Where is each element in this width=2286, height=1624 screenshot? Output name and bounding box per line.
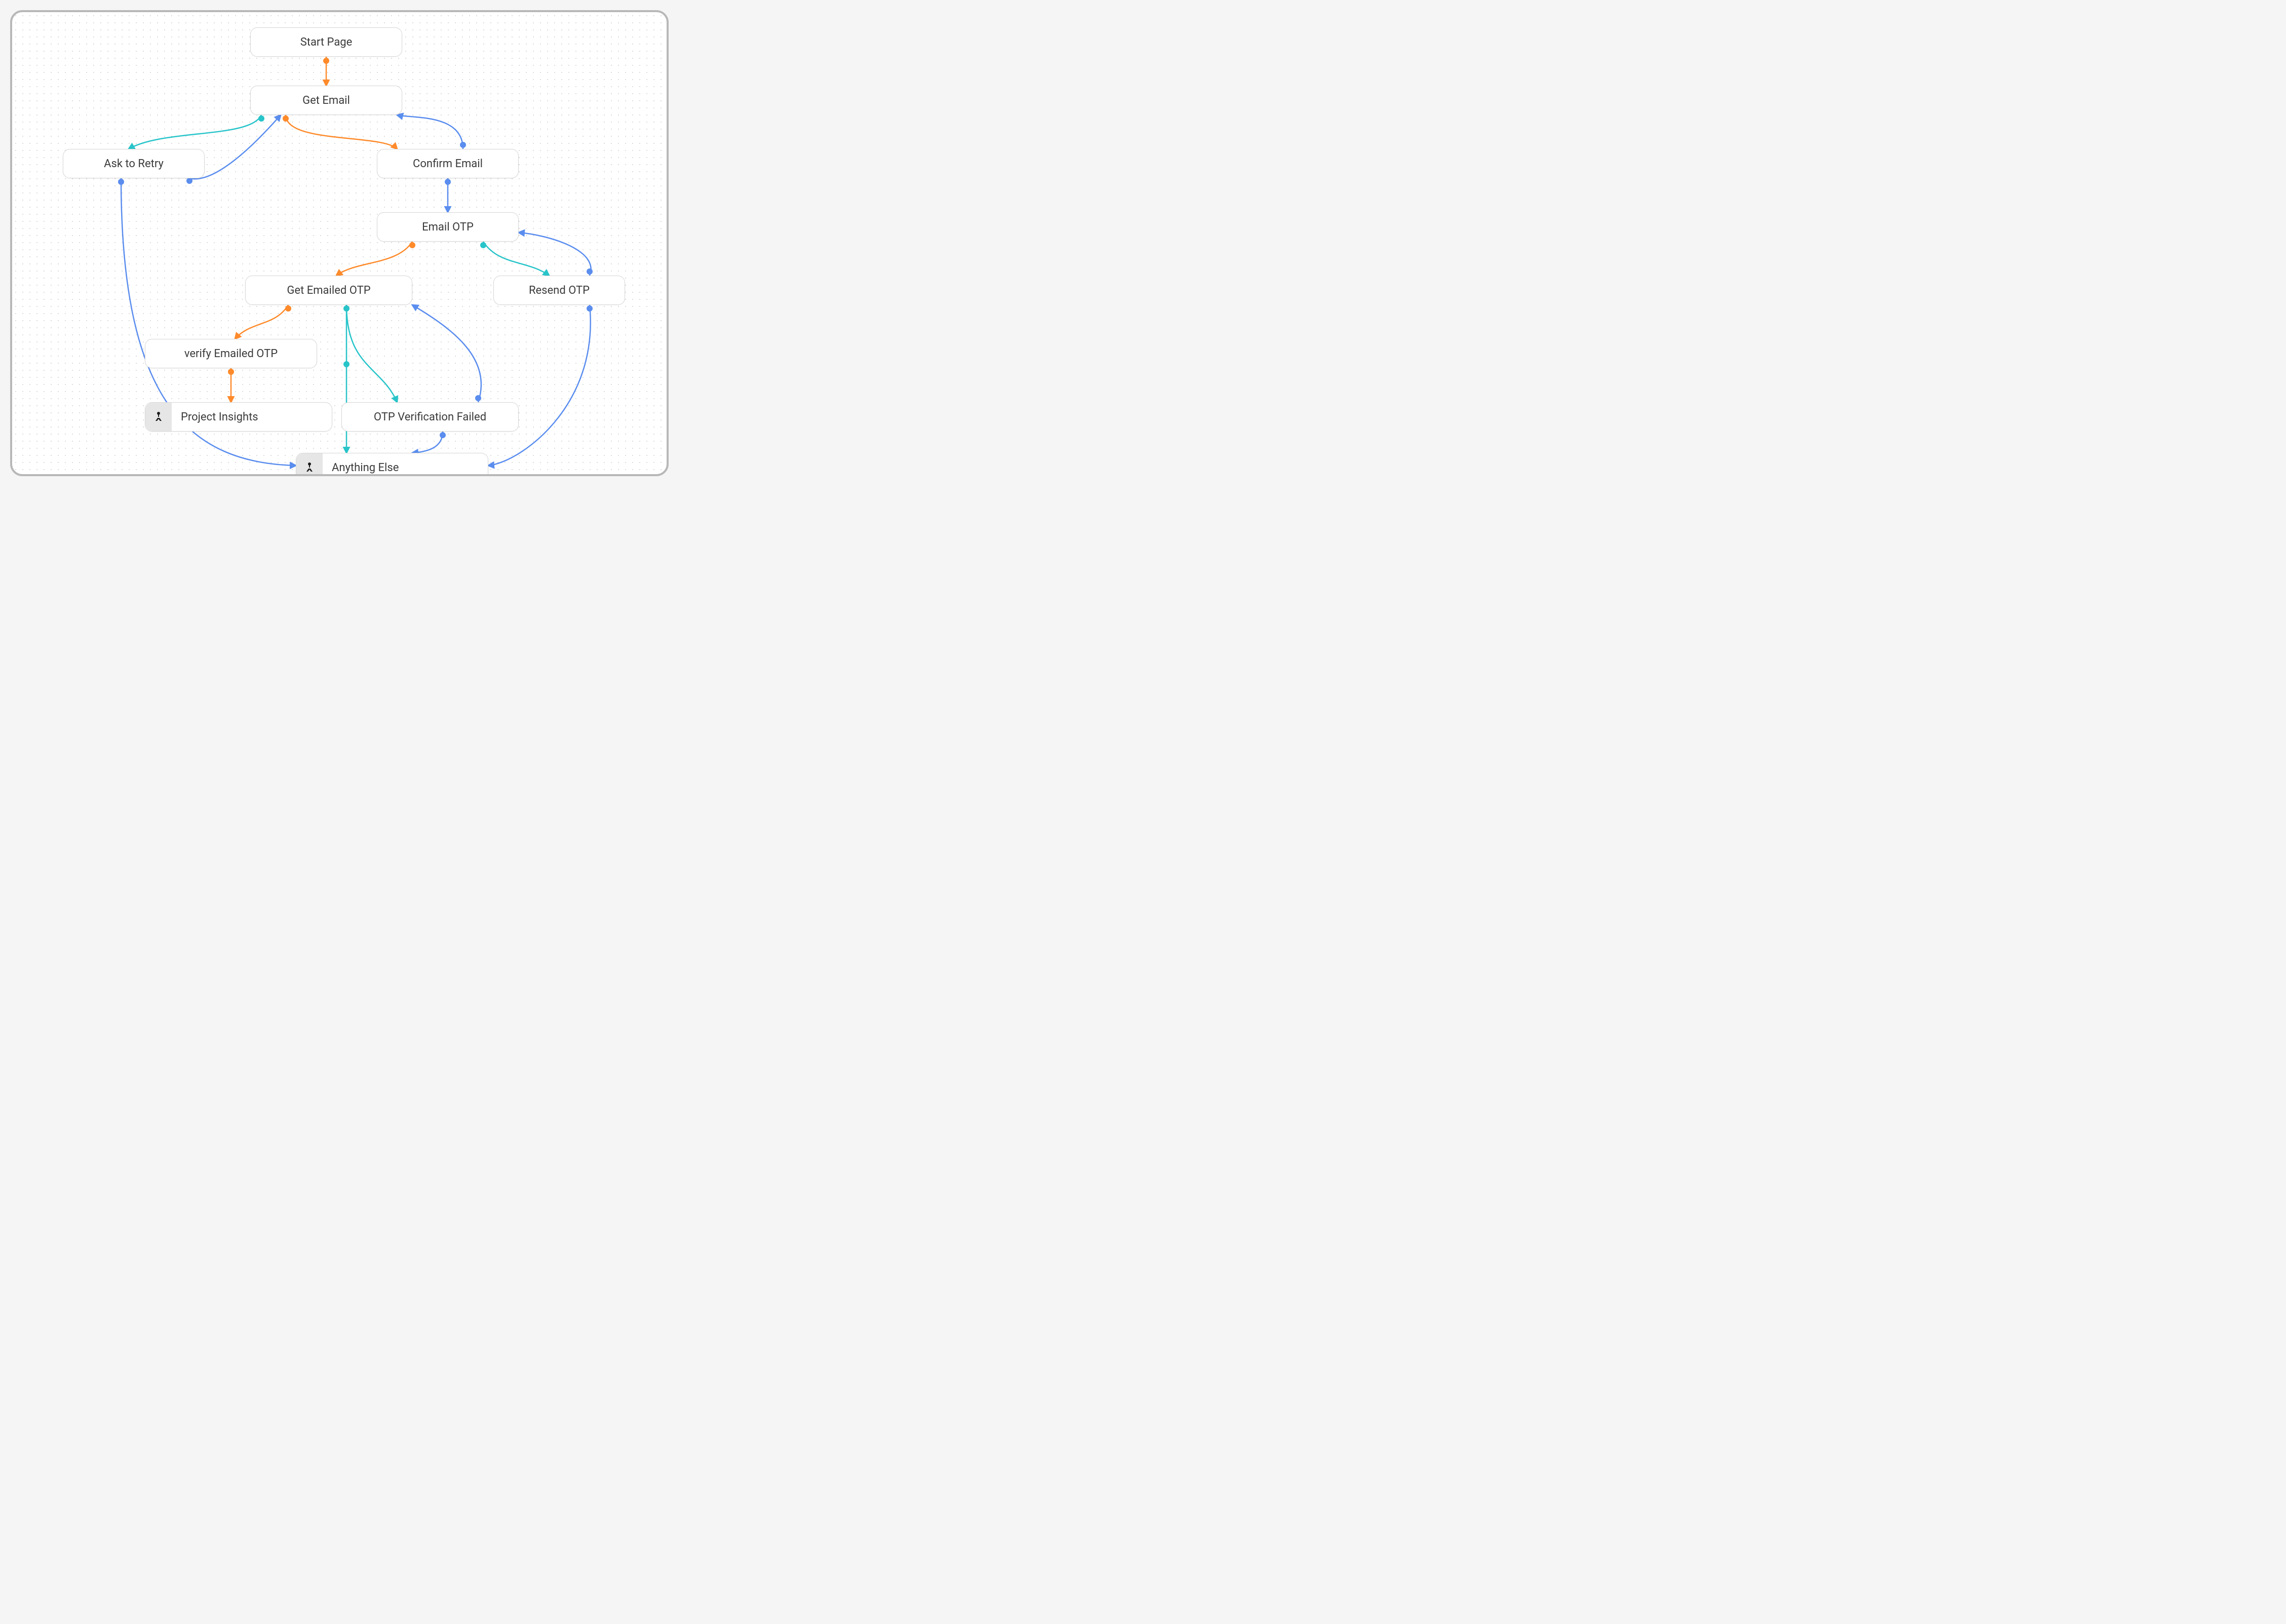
node-label: Confirm Email — [413, 158, 483, 170]
edge-get_emailed_otp-to-otp_verification_failed — [346, 305, 397, 402]
edge-dot — [587, 305, 593, 312]
edge-dot — [587, 268, 593, 275]
edges-layer — [12, 12, 667, 474]
merge-icon — [296, 453, 323, 476]
edge-dot — [228, 369, 234, 375]
node-ask_to_retry[interactable]: Ask to Retry — [63, 149, 205, 178]
node-label: verify Emailed OTP — [184, 347, 278, 360]
edge-dot — [480, 242, 486, 248]
node-resend_otp[interactable]: Resend OTP — [493, 276, 625, 305]
node-label: Start Page — [300, 36, 353, 49]
node-label: Get Emailed OTP — [287, 284, 370, 297]
node-get_email[interactable]: Get Email — [250, 86, 402, 115]
edge-email_otp-to-get_emailed_otp — [336, 242, 412, 276]
flow-canvas[interactable]: Start Page Get Email Ask to Retry Confirm E… — [10, 10, 669, 476]
node-otp_verification_failed[interactable]: OTP Verification Failed — [341, 402, 519, 432]
edge-dot — [475, 395, 481, 401]
node-email_otp[interactable]: Email OTP — [377, 212, 519, 242]
edge-get_emailed_otp-to-verify_emailed_otp — [235, 305, 288, 339]
node-label: Email OTP — [422, 221, 474, 234]
node-label: Project Insights — [181, 411, 258, 423]
edge-otp_verification_failed-to-anything_else — [412, 432, 443, 453]
edge-dot — [258, 115, 264, 122]
node-project_insights[interactable]: Project Insights — [145, 402, 332, 432]
edge-dot — [445, 179, 451, 185]
edge-dot — [283, 115, 289, 122]
edge-dot — [343, 361, 350, 367]
edge-resend_otp-to-email_otp — [519, 233, 591, 276]
edge-dot — [323, 58, 329, 64]
edge-dot — [409, 242, 415, 248]
edge-dot — [460, 142, 466, 148]
edge-dot — [186, 178, 192, 184]
edge-get_email-to-ask_to_retry — [129, 115, 261, 149]
edge-dot — [343, 305, 350, 312]
edge-resend_otp-to-anything_else — [488, 305, 591, 466]
node-get_emailed_otp[interactable]: Get Emailed OTP — [245, 276, 412, 305]
node-verify_emailed_otp[interactable]: verify Emailed OTP — [145, 339, 317, 368]
edge-dot — [118, 179, 124, 185]
edge-email_otp-to-resend_otp — [483, 242, 549, 276]
node-label: OTP Verification Failed — [374, 411, 486, 423]
edge-get_email-to-confirm_email — [286, 115, 397, 149]
merge-icon — [145, 403, 172, 431]
edge-dot — [440, 432, 446, 438]
node-confirm_email[interactable]: Confirm Email — [377, 149, 519, 178]
node-label: Anything Else — [332, 461, 399, 474]
node-label: Ask to Retry — [104, 158, 164, 170]
node-label: Get Email — [302, 94, 350, 107]
edge-otp_verification_failed-to-get_emailed_otp — [412, 305, 481, 402]
node-start_page[interactable]: Start Page — [250, 27, 402, 57]
node-anything_else[interactable]: Anything Else — [296, 453, 488, 476]
edge-dot — [285, 305, 291, 312]
edge-confirm_email-to-get_email — [397, 115, 463, 149]
node-label: Resend OTP — [529, 284, 590, 297]
